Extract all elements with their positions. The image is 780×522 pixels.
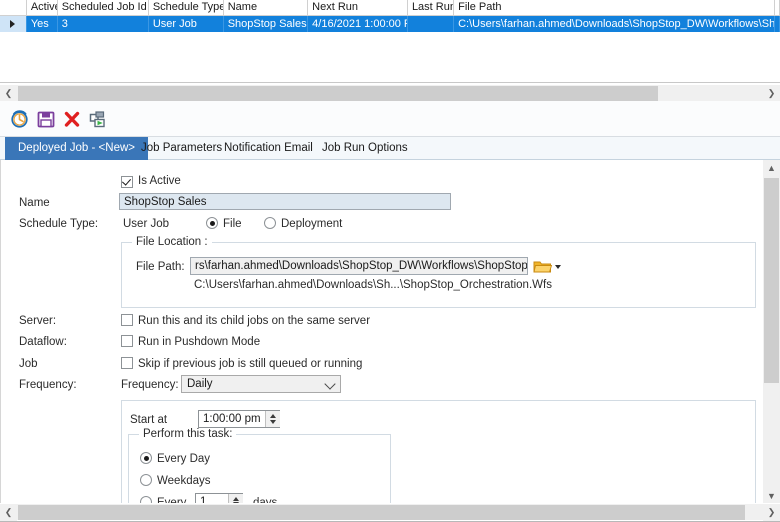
frequency-inner-label: Frequency: (121, 379, 179, 391)
grid-header-filler (775, 0, 780, 15)
save-icon[interactable] (36, 109, 56, 129)
cell-file-path[interactable]: C:\Users\farhan.ahmed\Downloads\ShopStop… (454, 16, 775, 32)
job-label: Job (19, 358, 38, 370)
same-server-label: Run this and its child jobs on the same … (138, 315, 371, 327)
spinner-up-icon[interactable] (270, 414, 276, 418)
grid-column-header-active[interactable]: Active (27, 0, 58, 15)
spinner-up-icon[interactable] (233, 497, 239, 501)
grid-column-header-file-path[interactable]: File Path (454, 0, 775, 15)
pushdown-mode-checkbox[interactable] (121, 335, 133, 347)
scroll-left-icon[interactable]: ❮ (0, 504, 17, 521)
cell-scheduled-job-id[interactable]: 3 (58, 16, 149, 32)
radio-every-day-label: Every Day (157, 453, 211, 465)
frequency-label: Frequency: (19, 379, 77, 391)
form-content: Is Active Name ShopStop Sales Schedule T… (0, 160, 763, 505)
scroll-right-icon[interactable]: ❯ (763, 85, 780, 102)
spinner-down-icon[interactable] (270, 420, 276, 424)
file-path-label: File Path: (136, 261, 185, 273)
table-row[interactable]: Yes 3 User Job ShopStop Sales 4/16/2021 … (0, 16, 780, 32)
grid-column-header-schedule-type[interactable]: Schedule Type (149, 0, 224, 15)
grid-header-row: Active Scheduled Job Id Schedule Type Na… (0, 0, 780, 16)
scheduled-jobs-grid: Active Scheduled Job Id Schedule Type Na… (0, 0, 780, 83)
radio-file[interactable] (206, 217, 218, 229)
is-active-label: Is Active (138, 175, 181, 187)
grid-column-header-name[interactable]: Name (224, 0, 309, 15)
start-at-spinner[interactable] (265, 411, 280, 427)
file-path-input[interactable]: rs\farhan.ahmed\Downloads\ShopStop_DW\Wo… (190, 257, 528, 275)
browse-dropdown-arrow-icon[interactable] (553, 257, 564, 276)
form-vscroll-thumb[interactable] (764, 178, 779, 383)
scroll-left-icon[interactable]: ❮ (0, 85, 17, 102)
start-at-label: Start at (130, 414, 168, 426)
is-active-checkbox[interactable] (121, 176, 133, 188)
schedule-type-value: User Job (123, 218, 170, 230)
run-job-icon[interactable] (88, 109, 108, 129)
skip-if-running-checkbox[interactable] (121, 357, 133, 369)
cell-schedule-type[interactable]: User Job (149, 16, 224, 32)
tab-deployed-job[interactable]: Deployed Job - <New> (5, 137, 148, 160)
same-server-checkbox[interactable] (121, 314, 133, 326)
scroll-up-icon[interactable]: ▲ (763, 160, 780, 177)
grid-horizontal-scrollbar[interactable]: ❮ ❯ (0, 84, 780, 102)
radio-weekdays-label: Weekdays (157, 475, 211, 487)
grid-column-header-last-run[interactable]: Last Run (408, 0, 455, 15)
radio-deployment-label: Deployment (281, 218, 343, 230)
cell-filler (775, 16, 780, 32)
pushdown-mode-label: Run in Pushdown Mode (138, 336, 261, 348)
cell-active[interactable]: Yes (27, 16, 58, 32)
delete-icon[interactable] (62, 109, 82, 129)
scroll-right-icon[interactable]: ❯ (763, 504, 780, 521)
cell-last-run[interactable] (408, 16, 455, 32)
frequency-select[interactable]: Daily (181, 375, 341, 393)
radio-deployment[interactable] (264, 217, 276, 229)
cell-name[interactable]: ShopStop Sales (224, 16, 309, 32)
schedule-clock-icon[interactable] (10, 109, 30, 129)
tab-job-run-options[interactable]: Job Run Options (309, 137, 421, 160)
file-path-display-text: C:\Users\farhan.ahmed\Downloads\Sh...\Sh… (194, 279, 552, 291)
file-location-group: File Location : File Path: rs\farhan.ahm… (121, 236, 756, 308)
dataflow-label: Dataflow: (19, 336, 67, 348)
grid-column-header-scheduled-job-id[interactable]: Scheduled Job Id (58, 0, 149, 15)
schedule-detail-panel: Start at 1:00:00 pm Perform this task: E… (121, 400, 756, 505)
perform-task-title: Perform this task: (139, 428, 237, 440)
form-horizontal-scrollbar[interactable]: ❮ ❯ (0, 503, 780, 521)
radio-file-label: File (223, 218, 242, 230)
grid-column-header-next-run[interactable]: Next Run (308, 0, 408, 15)
file-location-title: File Location : (132, 236, 212, 248)
row-selector-cell[interactable] (0, 16, 27, 32)
editor-tabs: Deployed Job - <New> Job Parameters Noti… (0, 137, 780, 160)
name-input[interactable]: ShopStop Sales (119, 193, 451, 210)
radio-weekdays[interactable] (140, 474, 152, 486)
row-indicator-icon (10, 20, 15, 28)
cell-next-run[interactable]: 4/16/2021 1:00:00 PM (308, 16, 408, 32)
grid-hscroll-thumb[interactable] (18, 86, 658, 101)
frequency-selected-value: Daily (187, 378, 213, 390)
skip-if-running-label: Skip if previous job is still queued or … (138, 358, 363, 370)
form-hscroll-thumb[interactable] (18, 505, 745, 520)
schedule-type-label: Schedule Type: (19, 218, 99, 230)
browse-folder-icon[interactable] (532, 257, 553, 276)
chevron-down-icon (555, 265, 561, 269)
form-vertical-scrollbar[interactable]: ▲ ▼ (763, 160, 780, 505)
grid-corner-cell (0, 0, 27, 15)
radio-every-day[interactable] (140, 452, 152, 464)
editor-toolbar (0, 101, 780, 137)
chevron-down-icon (324, 378, 336, 390)
deployed-job-form-panel: Is Active Name ShopStop Sales Schedule T… (0, 160, 780, 505)
server-label: Server: (19, 315, 57, 327)
name-label: Name (19, 197, 50, 209)
perform-task-group: Perform this task: Every Day Weekdays Ev… (128, 428, 391, 505)
